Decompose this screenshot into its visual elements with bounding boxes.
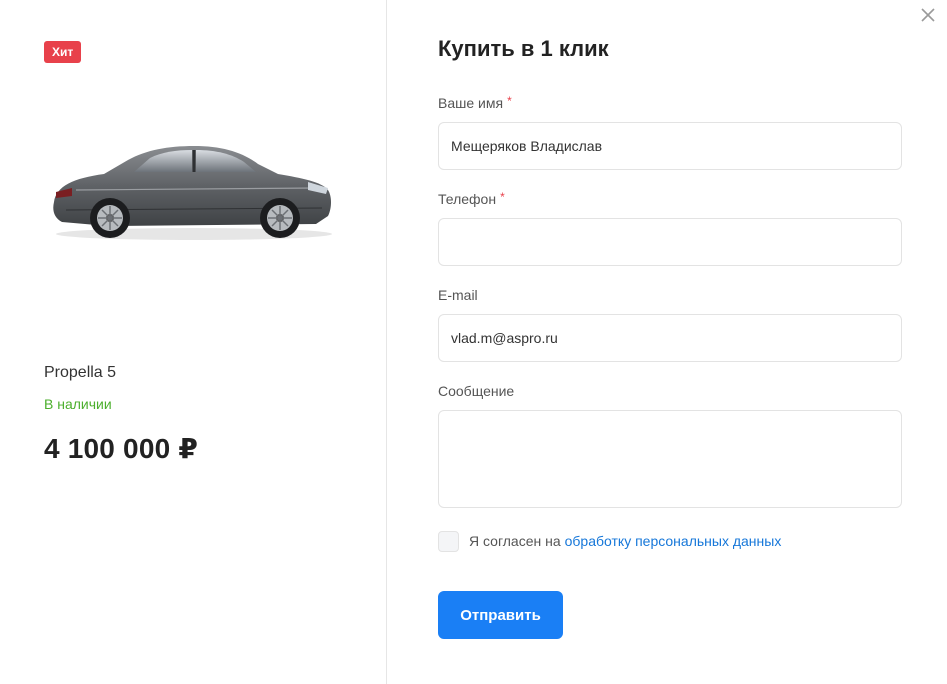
- stock-status: В наличии: [44, 396, 112, 412]
- close-icon[interactable]: [919, 6, 937, 24]
- phone-label-text: Телефон: [438, 191, 497, 207]
- hit-badge: Хит: [44, 41, 82, 63]
- phone-input[interactable]: [438, 218, 902, 266]
- required-mark: *: [500, 190, 505, 204]
- message-textarea[interactable]: [438, 410, 902, 508]
- car-image: [53, 146, 332, 240]
- name-input[interactable]: [438, 122, 902, 170]
- submit-button[interactable]: Отправить: [438, 591, 563, 639]
- personal-data-link[interactable]: обработку персональных данных: [565, 533, 782, 549]
- phone-label: Телефон *: [438, 190, 505, 207]
- email-input[interactable]: [438, 314, 902, 362]
- buy-one-click-modal: Хит Propella 5 В наличии 4 100 000 ₽ Куп…: [0, 0, 947, 684]
- consent-row: Я согласен на обработку персональных дан…: [438, 530, 781, 552]
- product-name: Propella 5: [44, 364, 117, 381]
- name-label-text: Ваше имя: [438, 95, 504, 111]
- form-title: Купить в 1 клик: [438, 36, 609, 61]
- consent-checkbox[interactable]: [438, 530, 459, 552]
- product-price: 4 100 000 ₽: [44, 433, 199, 464]
- product-panel: Хит Propella 5 В наличии 4 100 000 ₽: [0, 0, 387, 684]
- consent-text: Я согласен на: [469, 533, 561, 549]
- order-form: Купить в 1 клик Ваше имя* Телефон* E-mai…: [438, 0, 902, 684]
- email-label: E-mail: [438, 287, 478, 303]
- message-label: Сообщение: [438, 383, 515, 399]
- name-label: Ваше имя *: [438, 94, 512, 111]
- required-mark: *: [507, 94, 512, 108]
